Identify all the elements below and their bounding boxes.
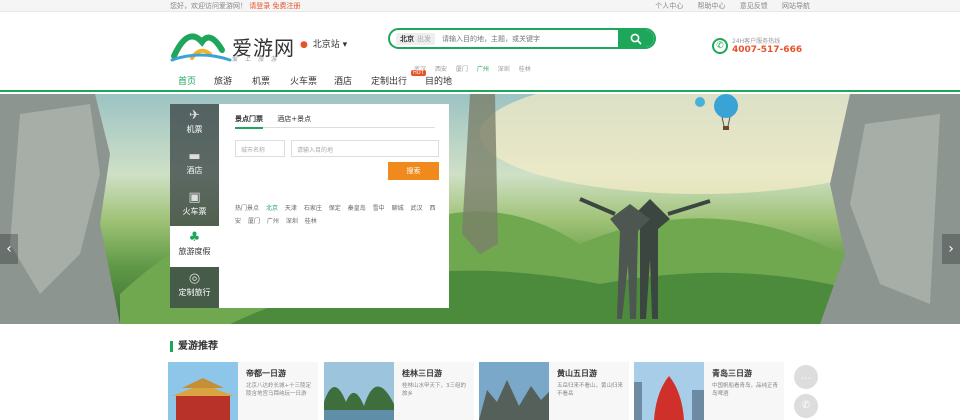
site-nav-link[interactable]: 网站导航	[782, 2, 810, 10]
nav-item-home[interactable]: 首页	[178, 74, 197, 92]
recommend-card[interactable]: 青岛三日游 中国帆船看青岛，品纯正青岛啤酒	[634, 362, 784, 420]
recommend-card[interactable]: 桂林三日游 桂林山水甲天下，3三组的旅乡	[324, 362, 474, 420]
nav-item-custom-trip-label: 定制出行	[371, 77, 408, 87]
hero-banner[interactable]: ‹ ›	[0, 94, 960, 324]
search-scope[interactable]: 北京 出发	[396, 33, 435, 45]
nav-item-travel[interactable]: 旅游	[214, 74, 232, 87]
nav-item-hotels[interactable]: 酒店	[334, 74, 352, 87]
city-name: 北京站	[312, 40, 340, 50]
top-links: 个人中心 帮助中心 意见反馈 网站导航	[643, 0, 810, 12]
location-pin-icon: ●	[300, 40, 308, 50]
train-icon: ▣	[188, 189, 201, 205]
card-desc: 五岳归来不看山，黄山归来不看岳	[557, 383, 624, 397]
hot-spot[interactable]: 天津	[285, 205, 297, 212]
guilin-image	[324, 362, 394, 420]
search-scope-city: 北京	[400, 35, 414, 43]
top-bar: 您好，欢迎访问爱游网！ 请登录 免费注册 个人中心 帮助中心 意见反馈 网站导航	[0, 0, 960, 12]
tab-hotel-tickets[interactable]: 酒店+景点	[277, 115, 311, 127]
compass-icon: ◎	[188, 271, 201, 287]
register-link[interactable]: 免费注册	[272, 2, 300, 10]
hot-spot[interactable]: 聊城	[392, 205, 404, 212]
header: 爱游网 爱上旅游 ● 北京站 ▾ 北京出发 武汉 西安 厦门 广州 深圳 桂林 …	[0, 12, 960, 73]
tab-label: 旅游度假	[178, 247, 211, 257]
tab-vacation[interactable]: ♣ 旅游度假	[170, 226, 219, 268]
search-icon	[630, 33, 642, 45]
tab-tickets[interactable]: 景点门票	[235, 115, 263, 129]
logo-subtitle: 爱上旅游	[232, 56, 285, 63]
tab-hotels[interactable]: ▬ 酒店	[170, 145, 219, 186]
tab-label: 酒店	[186, 165, 203, 175]
huangshan-image	[479, 362, 549, 420]
tab-custom-trip[interactable]: ◎ 定制旅行	[170, 267, 219, 308]
search-scope-alt: 出发	[417, 35, 431, 43]
hot-spot[interactable]: 秦皇岛	[348, 205, 366, 212]
banner-next-arrow[interactable]: ›	[942, 234, 960, 264]
hot-badge: HOT	[411, 70, 426, 76]
phone-icon: ✆	[712, 38, 728, 54]
tab-label: 机票	[186, 125, 203, 134]
nav-item-flights[interactable]: 机票	[252, 74, 270, 87]
nav-item-trains[interactable]: 火车票	[290, 74, 317, 87]
card-desc: 桂林山水甲天下，3三组的旅乡	[402, 383, 467, 397]
hot-spot[interactable]: 石家庄	[304, 205, 322, 212]
booking-category-tabs: ✈ 机票 ▬ 酒店 ▣ 火车票 ♣ 旅游度假 ◎ 定制旅行	[170, 104, 219, 308]
welcome-text: 您好，欢迎访问爱游网！	[170, 2, 247, 10]
banner-prev-arrow[interactable]: ‹	[0, 234, 18, 264]
airplane-icon: ✈	[189, 108, 200, 123]
city-input[interactable]: 城市名称	[235, 140, 285, 157]
chat-icon[interactable]: …	[794, 365, 818, 389]
chevron-down-icon: ▾	[342, 40, 348, 50]
search-input[interactable]	[442, 33, 607, 45]
tab-label: 火车票	[182, 206, 207, 216]
card-desc: 北京八达岭长城+十三陵定陵含地宫马蹄纯玩一日游	[246, 383, 312, 397]
recommend-card[interactable]: 黄山五日游 五岳归来不看山，黄山归来不看岳	[479, 362, 629, 420]
card-title: 帝都一日游	[246, 369, 286, 378]
search-button[interactable]	[618, 30, 654, 47]
tiananmen-image	[168, 362, 238, 420]
service-label: 24H客户服务热线	[732, 38, 781, 45]
tab-flights[interactable]: ✈ 机票	[170, 104, 219, 145]
card-desc: 中国帆船看青岛，品纯正青岛啤酒	[712, 383, 779, 397]
booking-panel: 景点门票 酒店+景点 城市名称 请输入目的地 搜索 热门景点 北京 天津 石家庄…	[219, 104, 449, 308]
service-phone: 4007-517-666	[732, 45, 803, 55]
panel-search-button[interactable]: 搜索	[388, 162, 439, 180]
logo-icon[interactable]	[170, 20, 240, 64]
hot-spot[interactable]: 深圳	[286, 218, 298, 225]
hot-spot[interactable]: 雪中	[373, 205, 385, 212]
recommend-title: 爱游推荐	[170, 341, 218, 352]
hot-spots-list: 热门景点 北京 天津 石家庄 保定 秦皇岛 雪中 聊城 武汉 西安 厦门 广州 …	[235, 202, 440, 228]
user-center-link[interactable]: 个人中心	[655, 2, 683, 10]
help-center-link[interactable]: 帮助中心	[698, 2, 726, 10]
tab-trains[interactable]: ▣ 火车票	[170, 186, 219, 227]
destination-input[interactable]: 请输入目的地	[291, 140, 439, 157]
bed-icon: ▬	[188, 148, 201, 164]
search-box: 北京 出发	[388, 28, 656, 49]
hot-spot[interactable]: 广州	[267, 218, 279, 225]
welcome-area: 您好，欢迎访问爱游网！ 请登录 免费注册	[170, 0, 300, 12]
hot-spot[interactable]: 保定	[329, 205, 341, 212]
panel-tabs: 景点门票 酒店+景点	[235, 114, 435, 129]
card-title: 青岛三日游	[712, 369, 752, 378]
card-title: 黄山五日游	[557, 369, 597, 378]
hot-spot[interactable]: 厦门	[248, 218, 260, 225]
nav-item-destinations[interactable]: 目的地	[425, 74, 452, 87]
login-link[interactable]: 请登录	[249, 2, 270, 10]
feedback-link[interactable]: 意见反馈	[740, 2, 768, 10]
recommend-card[interactable]: 帝都一日游 北京八达岭长城+十三陵定陵含地宫马蹄纯玩一日游	[168, 362, 318, 420]
hot-spot[interactable]: 桂林	[305, 218, 317, 225]
main-nav: 首页 旅游 机票 火车票 酒店 定制出行 HOT 目的地	[0, 70, 960, 92]
nav-item-custom-trip[interactable]: 定制出行 HOT	[371, 70, 426, 87]
hot-spot[interactable]: 武汉	[411, 205, 423, 212]
banner-scenery	[0, 94, 960, 324]
hot-spots-label: 热门景点	[235, 205, 260, 212]
palm-tree-icon: ♣	[188, 230, 201, 246]
tab-label: 定制旅行	[178, 288, 211, 298]
phone-float-icon[interactable]: ✆	[794, 394, 818, 418]
city-selector[interactable]: ● 北京站 ▾	[300, 37, 347, 50]
qingdao-image	[634, 362, 704, 420]
hot-spot[interactable]: 北京	[266, 205, 278, 212]
card-title: 桂林三日游	[402, 369, 442, 378]
